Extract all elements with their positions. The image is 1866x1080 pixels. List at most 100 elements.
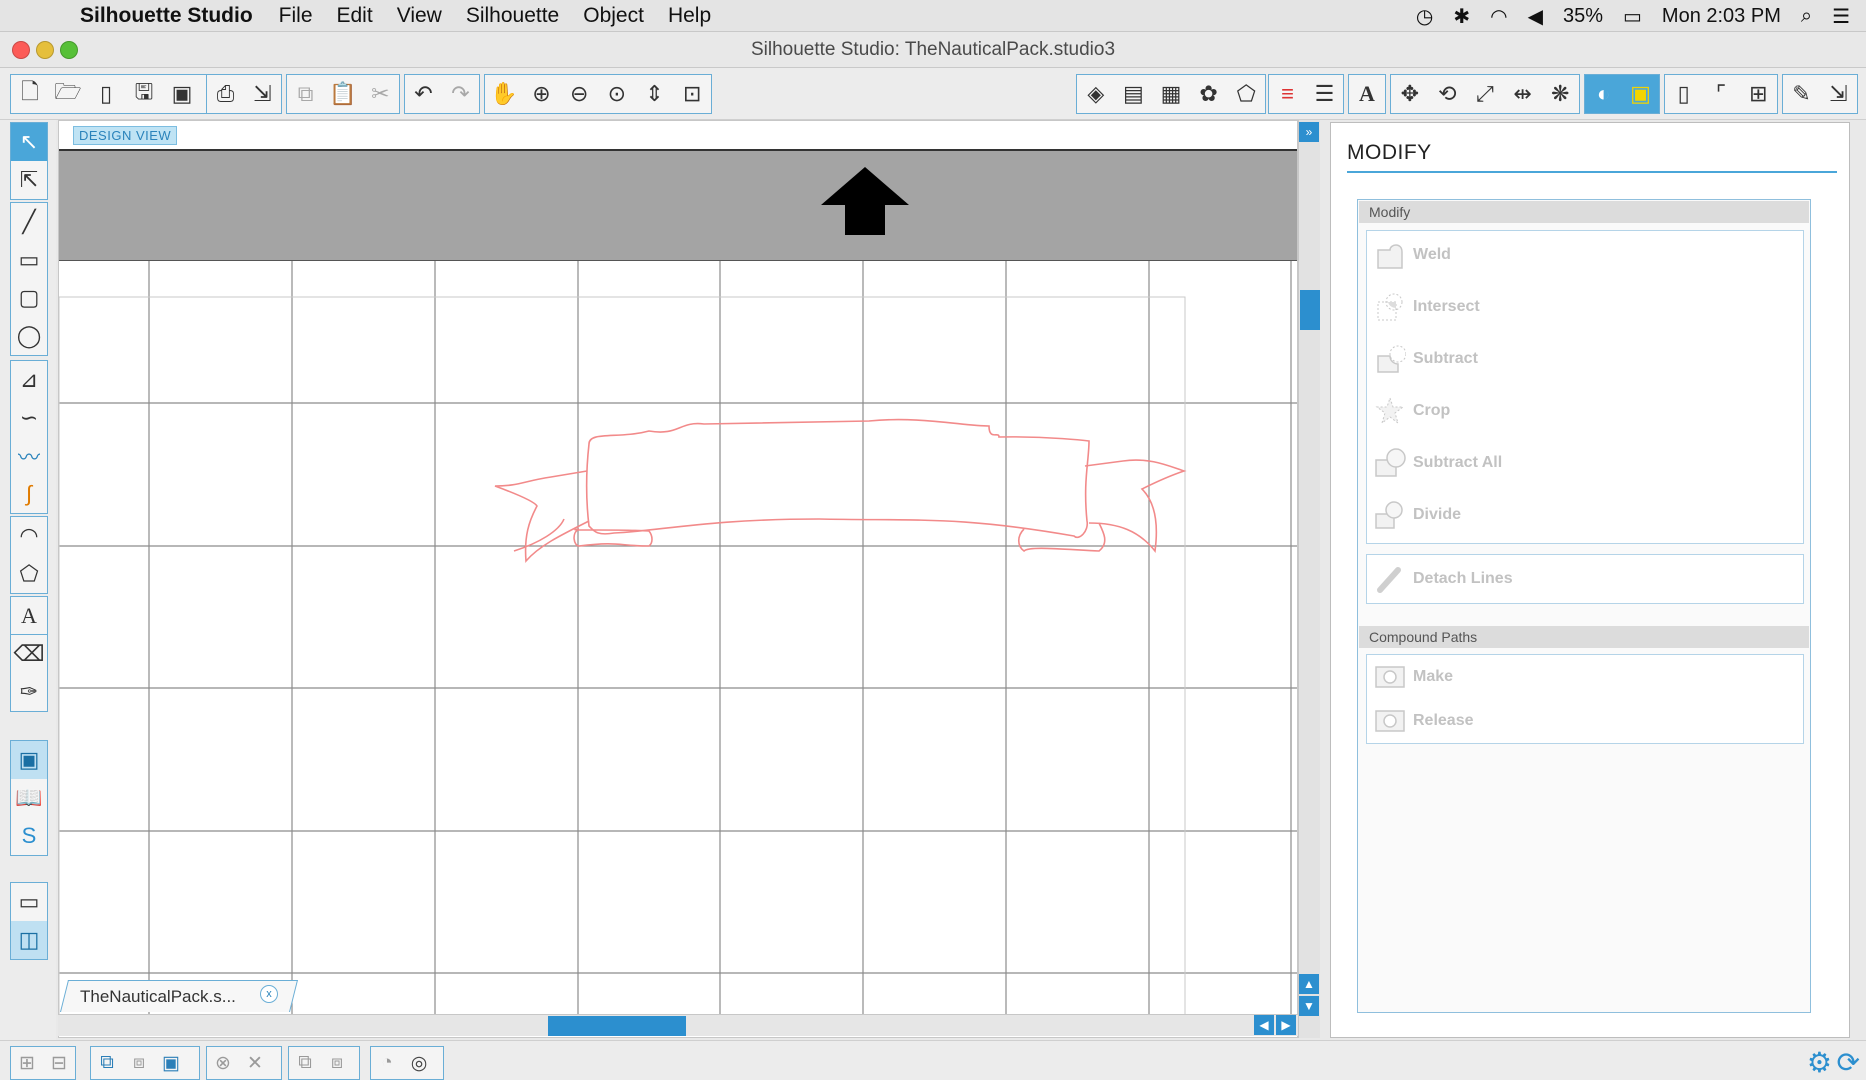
- select-tool-icon[interactable]: ↖: [11, 123, 47, 161]
- menu-app-name[interactable]: Silhouette Studio: [80, 4, 253, 28]
- wifi-icon[interactable]: ◠: [1490, 4, 1507, 29]
- rotate-icon[interactable]: ⟲: [1429, 75, 1467, 113]
- subtract-all-button[interactable]: Subtract All: [1373, 443, 1502, 483]
- save-icon[interactable]: 🖫: [125, 75, 163, 113]
- grid-icon[interactable]: ⊞: [1740, 75, 1777, 113]
- release-compound-button[interactable]: Release: [1373, 701, 1474, 741]
- modify-icon[interactable]: ◐: [1585, 75, 1622, 113]
- page-setup-icon[interactable]: ▯: [1665, 75, 1702, 113]
- detach-lines-button[interactable]: Detach Lines: [1373, 559, 1513, 599]
- collapse-panel-button[interactable]: »: [1299, 122, 1319, 142]
- smooth-freehand-tool-icon[interactable]: ∫: [11, 475, 47, 513]
- settings-gear-icon[interactable]: ⚙: [1807, 1046, 1832, 1079]
- vertical-scrollbar[interactable]: [1298, 120, 1320, 1038]
- vertical-scroll-thumb[interactable]: [1300, 290, 1320, 330]
- library-icon[interactable]: ▯: [87, 75, 125, 113]
- fill-gradient-icon[interactable]: ▤: [1115, 75, 1153, 113]
- design-canvas[interactable]: DESIGN VIEW: [58, 120, 1298, 1038]
- regular-polygon-tool-icon[interactable]: ⬠: [11, 555, 47, 593]
- bluetooth-icon[interactable]: ✱: [1453, 4, 1470, 29]
- refresh-icon[interactable]: ⟳: [1837, 1046, 1860, 1079]
- menu-edit[interactable]: Edit: [337, 4, 373, 28]
- menu-help[interactable]: Help: [668, 4, 711, 28]
- make-compound-button[interactable]: Make: [1373, 657, 1453, 697]
- quick-weld-icon[interactable]: ⊗: [207, 1047, 239, 1079]
- menu-view[interactable]: View: [397, 4, 442, 28]
- zoom-out-icon[interactable]: ⊖: [560, 75, 598, 113]
- clock[interactable]: Mon 2:03 PM: [1662, 5, 1781, 28]
- pan-icon[interactable]: ✋: [485, 75, 523, 113]
- text-tool-icon[interactable]: A: [11, 597, 47, 635]
- polygon-tool-icon[interactable]: ⊿: [11, 361, 47, 399]
- arc-tool-icon[interactable]: ◠: [11, 517, 47, 555]
- trace-icon[interactable]: ✎: [1783, 75, 1820, 113]
- notification-center-icon[interactable]: ☰: [1832, 4, 1850, 29]
- compound-path-icon[interactable]: ◔: [371, 1047, 403, 1079]
- rectangle-tool-icon[interactable]: ▭: [11, 241, 47, 279]
- line-color-icon[interactable]: ≡: [1269, 75, 1306, 113]
- intersect-button[interactable]: Intersect: [1373, 287, 1480, 327]
- ungroup-icon[interactable]: ⊟: [43, 1047, 75, 1079]
- eraser-tool-icon[interactable]: ⌫: [11, 635, 47, 673]
- curve-tool-icon[interactable]: ∽: [11, 399, 47, 437]
- bring-to-front-icon[interactable]: ⧉: [91, 1047, 123, 1079]
- fit-to-page-icon[interactable]: ⊡: [673, 75, 711, 113]
- send-to-back-icon[interactable]: ▣: [155, 1047, 187, 1079]
- shadow-icon[interactable]: ⬠: [1227, 75, 1265, 113]
- horizontal-scroll-thumb[interactable]: [548, 1016, 686, 1036]
- weld-button[interactable]: Weld: [1373, 235, 1451, 275]
- spotlight-icon[interactable]: ⌕: [1801, 5, 1812, 28]
- new-document-icon[interactable]: 🗋: [11, 75, 49, 113]
- volume-icon[interactable]: ◀: [1528, 4, 1543, 29]
- scroll-down-button[interactable]: ▼: [1299, 996, 1319, 1016]
- single-window-icon[interactable]: ▭: [11, 883, 47, 921]
- sketch-icon[interactable]: ✿: [1190, 75, 1228, 113]
- cut-icon[interactable]: ✂: [362, 75, 399, 113]
- drag-zoom-icon[interactable]: ⇕: [636, 75, 674, 113]
- paste-icon[interactable]: 📋: [324, 75, 361, 113]
- zoom-selection-icon[interactable]: ⊙: [598, 75, 636, 113]
- scroll-right-button[interactable]: ▶: [1276, 1015, 1296, 1035]
- knife-tool-icon[interactable]: ✑: [11, 673, 47, 711]
- online-store-icon[interactable]: S: [11, 817, 47, 855]
- delete-icon[interactable]: ✕: [239, 1047, 271, 1079]
- registration-marks-icon[interactable]: ⌜: [1702, 75, 1739, 113]
- cut-settings-icon[interactable]: ⇲: [1820, 75, 1857, 113]
- menu-file[interactable]: File: [279, 4, 313, 28]
- ellipse-tool-icon[interactable]: ◯: [11, 317, 47, 355]
- library-view-icon[interactable]: 📖: [11, 779, 47, 817]
- group-icon[interactable]: ⊞: [11, 1047, 43, 1079]
- divide-button[interactable]: Divide: [1373, 495, 1461, 535]
- scale-icon[interactable]: ⤢: [1466, 75, 1504, 113]
- crop-button[interactable]: Crop: [1373, 391, 1450, 431]
- move-icon[interactable]: ⇹: [1504, 75, 1542, 113]
- save-to-library-icon[interactable]: ▣: [163, 75, 201, 113]
- menu-object[interactable]: Object: [583, 4, 644, 28]
- zoom-in-icon[interactable]: ⊕: [523, 75, 561, 113]
- replicate-icon[interactable]: ❋: [1541, 75, 1579, 113]
- edit-points-icon[interactable]: ⇱: [11, 161, 47, 199]
- freehand-tool-icon[interactable]: 〰: [11, 437, 47, 475]
- horizontal-scrollbar[interactable]: [58, 1014, 1298, 1036]
- split-window-icon[interactable]: ◫: [11, 921, 47, 959]
- align-icon[interactable]: ✥: [1391, 75, 1429, 113]
- menu-silhouette[interactable]: Silhouette: [466, 4, 559, 28]
- duplicate-icon[interactable]: ⧉: [289, 1047, 321, 1079]
- subtract-button[interactable]: Subtract: [1373, 339, 1478, 379]
- design-view-icon[interactable]: ▣: [11, 741, 47, 779]
- text-style-icon[interactable]: A: [1349, 75, 1385, 113]
- document-tab-label[interactable]: TheNauticalPack.s...: [80, 987, 236, 1007]
- send-backward-icon[interactable]: ⧈: [123, 1047, 155, 1079]
- document-tab-close-button[interactable]: x: [260, 985, 278, 1003]
- redo-icon[interactable]: ↷: [442, 75, 479, 113]
- fill-color-icon[interactable]: ◈: [1077, 75, 1115, 113]
- undo-icon[interactable]: ↶: [405, 75, 442, 113]
- copy-icon[interactable]: ⧉: [287, 75, 324, 113]
- battery-icon[interactable]: ▭: [1623, 4, 1642, 29]
- line-tool-icon[interactable]: ╱: [11, 203, 47, 241]
- offset-icon[interactable]: ▣: [1622, 75, 1659, 113]
- rounded-rectangle-tool-icon[interactable]: ▢: [11, 279, 47, 317]
- scroll-left-button[interactable]: ◀: [1254, 1015, 1274, 1035]
- mirror-icon[interactable]: ⧈: [321, 1047, 353, 1079]
- print-icon[interactable]: ⎙: [207, 75, 244, 113]
